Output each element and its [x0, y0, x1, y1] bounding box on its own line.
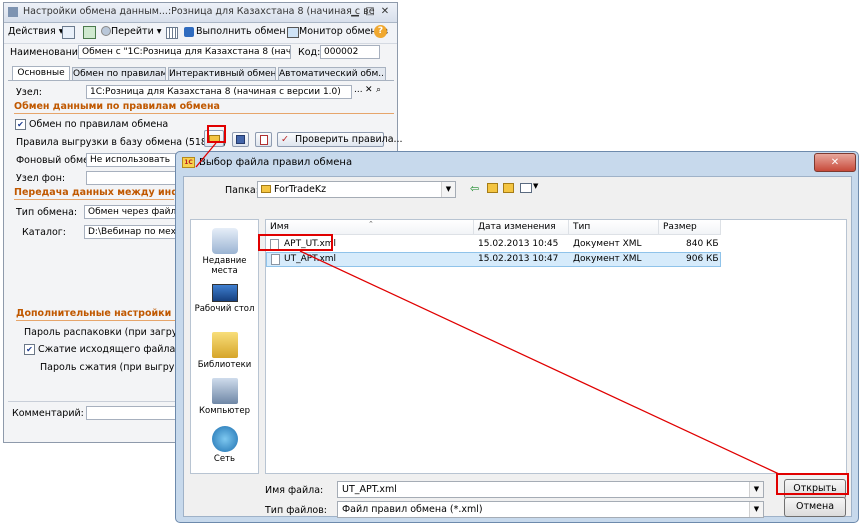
annotation-line-2	[299, 250, 780, 475]
annotation-arrows	[195, 142, 780, 475]
annotation-line-1	[195, 142, 217, 168]
